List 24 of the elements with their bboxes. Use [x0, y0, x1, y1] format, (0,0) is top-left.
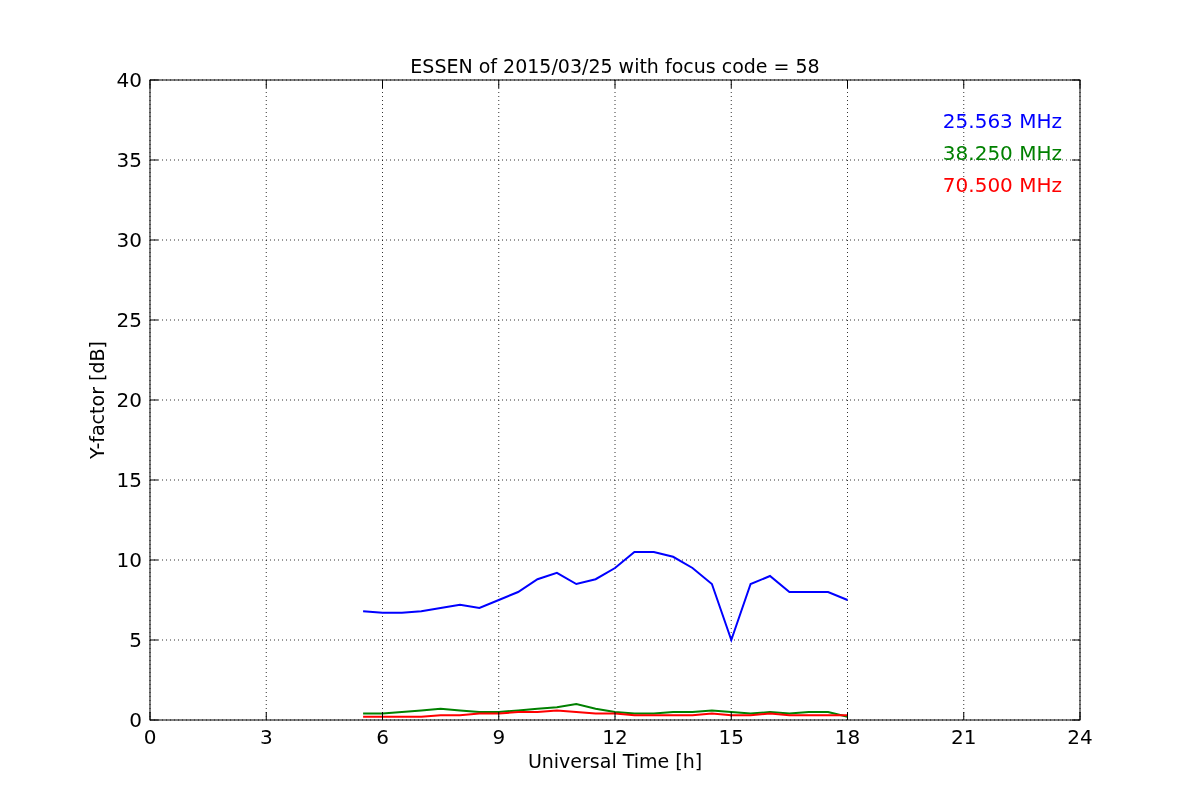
- tick-label: 18: [834, 725, 861, 749]
- tick-label: 6: [376, 725, 389, 749]
- tick-label: 40: [116, 68, 142, 92]
- tick-label: 25: [116, 308, 142, 332]
- x-axis-label: Universal Time [h]: [527, 750, 703, 772]
- tick-label: 21: [951, 725, 977, 749]
- tick-label: 10: [116, 548, 142, 572]
- tick-label: 12: [602, 725, 628, 749]
- tick-label: 9: [492, 725, 506, 749]
- tick-label: 24: [1067, 725, 1093, 749]
- legend-entry: 70.500 MHz: [942, 173, 1062, 197]
- tick-label: 0: [143, 725, 157, 749]
- tick-label: 5: [129, 628, 142, 652]
- legend-entry: 38.250 MHz: [942, 141, 1062, 165]
- tick-label: 0: [129, 708, 142, 732]
- tick-label: 20: [116, 388, 142, 412]
- tick-label: 35: [116, 148, 142, 172]
- tick-label: 15: [116, 468, 142, 492]
- y-axis-label: Y-factor [dB]: [86, 341, 108, 459]
- tick-label: 30: [116, 228, 142, 252]
- chart-title: ESSEN of 2015/03/25 with focus code = 58: [410, 55, 820, 77]
- tick-label: 15: [718, 725, 744, 749]
- tick-label: 3: [259, 725, 273, 749]
- legend-entry: 25.563 MHz: [942, 109, 1062, 133]
